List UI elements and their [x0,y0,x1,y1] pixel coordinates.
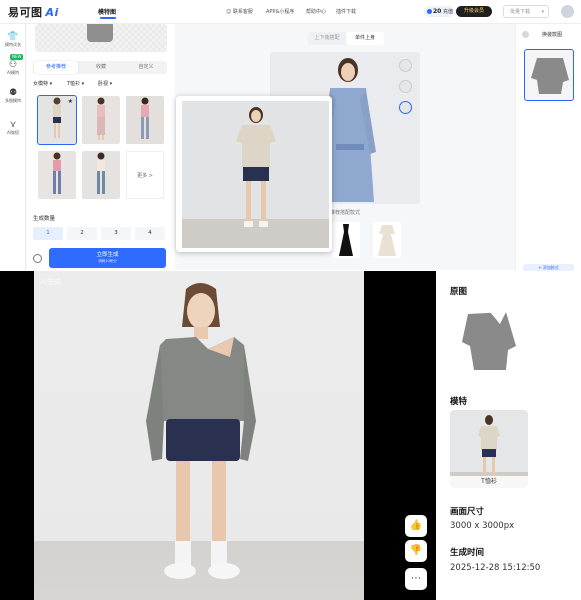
rail-item-ai-model[interactable]: ⚇ AI模特 [1,60,25,76]
more-options-button[interactable]: ⋯ [405,568,427,590]
count-option-4[interactable]: 4 [135,227,165,240]
logo-ai: Ai [45,6,59,19]
upgrade-button[interactable]: 升级会员 [456,6,492,17]
thumbs-down-button[interactable]: 👎 [405,540,427,562]
model-figure [53,152,61,194]
user-avatar[interactable] [561,5,574,18]
model-figure [141,97,149,139]
reference-image[interactable] [82,96,120,144]
reference-image[interactable] [82,151,120,199]
filter-label: 女模特 [33,81,49,87]
thumbs-down-icon: 👎 [409,545,423,556]
garment-panel-title: 换装款图 [542,32,563,38]
count-option-1[interactable]: 1 [33,227,63,240]
time-label: 生成时间 [450,548,485,558]
history-icon[interactable] [33,254,42,263]
model-figure [53,97,61,138]
app-link[interactable]: APP&小程序 [266,8,294,15]
black-dress [339,224,353,256]
hanger-icon: ⋎ [9,120,17,130]
nav-active-underline [100,17,116,19]
garment-thumbnail-selected[interactable] [524,49,574,101]
rail-label: 多图模特 [5,98,21,103]
ai-watermark: AI生成 [40,278,61,286]
logo-text: 易可图 [8,6,43,19]
shirt-icon: 👕 [7,32,19,42]
model-label: 模特 [450,397,468,407]
points-badge[interactable]: 20 充值 [424,6,454,17]
left-rail: 👕 模特试衣 ⚇ AI模特 ⚉ 多图模特 ⋎ AI穿搭 [0,24,26,270]
model-figure [97,152,105,194]
count-option-3[interactable]: 3 [101,227,131,240]
filter-category[interactable]: T恤衫 ▾ [67,80,84,87]
count-option-2[interactable]: 2 [67,227,97,240]
rail-item-outfit[interactable]: ⋎ AI穿搭 [1,120,25,136]
size-value: 3000 x 3000px [450,521,515,531]
star-icon[interactable]: ★ [68,98,73,105]
beige-dress [378,225,396,256]
reference-image[interactable] [126,96,164,144]
person-icon: ⚇ [8,60,18,70]
support-link-label: 联系客服 [232,9,253,15]
support-link[interactable]: ☺ 联系客服 [226,8,253,15]
more-icon: ⋯ [411,573,421,584]
rail-label: 模特试衣 [5,42,21,47]
generate-cost: 消耗10积分 [98,259,117,263]
rail-label: AI穿搭 [7,130,19,135]
toggle-single[interactable]: 单件上身 [346,32,384,45]
recommend-label: 推荐搭配款式 [330,210,361,216]
result-photo[interactable] [34,271,364,600]
toggle-top-bottom[interactable]: 上下装搭配 [308,32,346,45]
rail-item-multi-model[interactable]: ⚉ 多图模特 [1,88,25,104]
original-image[interactable] [450,302,528,380]
points-value: 20 [433,8,442,15]
new-badge: NEW [10,54,24,60]
side-thumb[interactable] [399,59,412,72]
tab-custom[interactable]: 自定义 [124,61,168,74]
original-label: 原图 [450,287,468,297]
rail-item-try-on[interactable]: 👕 模特试衣 [1,32,25,48]
group-icon: ⚉ [8,88,18,98]
filter-label: T恤衫 [67,81,81,87]
garment-upload-preview[interactable] [35,24,167,52]
original-gray-top [462,312,516,370]
gen-count-label: 生成数量 [33,216,56,222]
thumbs-up-button[interactable]: 👍 [405,515,427,537]
more-references-button[interactable]: 更多 > [126,151,164,199]
filter-label: 卧视 [98,81,109,87]
recharge-label: 充值 [442,9,453,15]
model-in-beige-tee [182,107,329,248]
generate-button[interactable]: 立即生成 消耗10积分 [49,248,166,268]
generate-label: 立即生成 [96,252,119,258]
hover-preview-image [182,101,329,248]
reference-image[interactable]: ★ [37,95,77,145]
thumbs-up-icon: 👍 [409,520,423,531]
app-logo[interactable]: 易可图 Ai [8,4,59,20]
filter-gender[interactable]: 女模特 ▾ [33,80,52,87]
time-value: 2025-12-28 15:12:50 [450,563,541,573]
model-figure [97,97,105,140]
gray-top-image [531,58,569,94]
model-caption: T恤衫 [450,476,528,488]
coin-icon [427,9,432,14]
rail-label: AI模特 [7,70,19,75]
tab-favorites[interactable]: 收藏 [79,61,123,74]
side-thumb[interactable] [399,80,412,93]
size-label: 画面尺寸 [450,507,485,517]
tab-recommend[interactable]: 参考推荐 [34,61,78,74]
reference-image[interactable] [38,151,76,199]
recommend-item[interactable] [332,222,360,258]
top-navbar: 易可图 Ai 模特图 ☺ 联系客服 APP&小程序 帮助中心 插件下载 20 充值… [0,0,581,24]
recommend-item[interactable] [373,222,401,258]
plugin-link[interactable]: 插件下载 [336,8,356,15]
side-thumb[interactable] [399,101,412,114]
batch-download-select[interactable]: 批量下载 [503,5,549,18]
nav-model-image[interactable]: 模特图 [98,7,116,16]
filter-angle[interactable]: 卧视 ▾ [98,80,112,87]
model-gray-top-photo [146,283,256,579]
help-link[interactable]: 帮助中心 [306,8,326,15]
garment-thumbnail [87,24,113,42]
select-radio[interactable] [522,31,529,38]
